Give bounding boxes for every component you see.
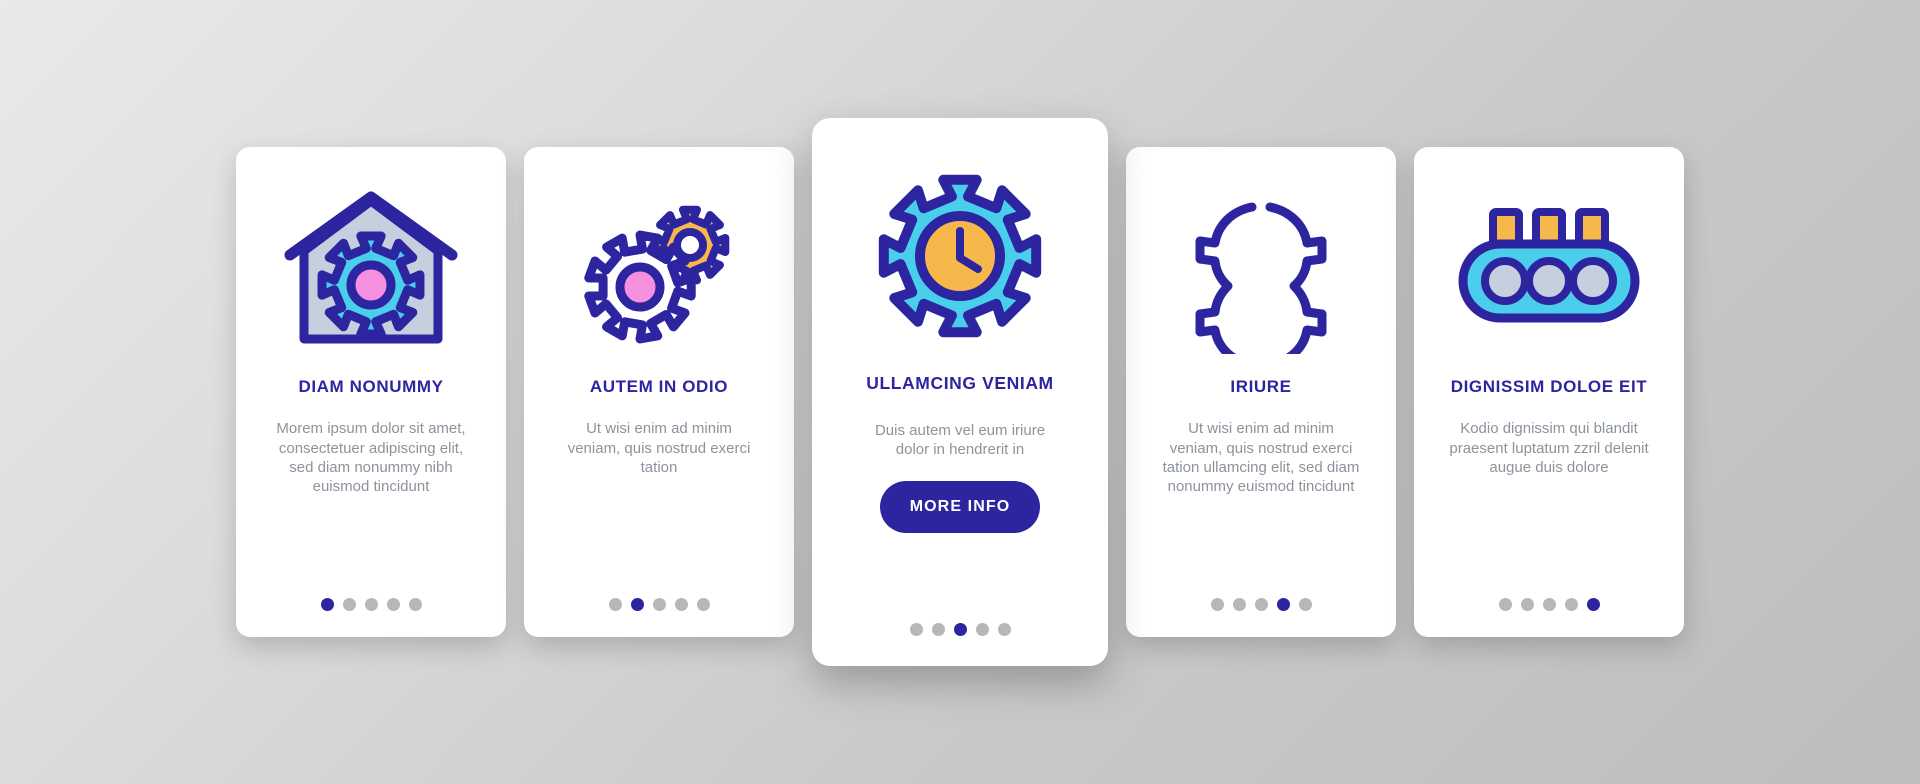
card-title: IRIURE xyxy=(1230,377,1292,396)
pagination-dot[interactable] xyxy=(674,598,688,611)
pagination-dot[interactable] xyxy=(1232,598,1246,611)
card-body-text: Ut wisi enim ad minim veniam, quis nostr… xyxy=(1162,420,1360,495)
card-body-text: Duis autem vel eum iriure dolor in hendr… xyxy=(874,422,1046,459)
two-gears-icon-svg xyxy=(584,205,730,343)
card-body-text: Ut wisi enim ad minim veniam, quis nostr… xyxy=(567,420,751,476)
gear-halves-icon xyxy=(1126,147,1396,377)
pagination-dots xyxy=(608,598,710,611)
pagination-dot[interactable] xyxy=(408,598,422,611)
pagination-dot[interactable] xyxy=(1542,598,1556,611)
pagination-dot[interactable] xyxy=(1210,598,1224,611)
pagination-dot[interactable] xyxy=(1298,598,1312,611)
onboarding-card[interactable]: DIGNISSIM DOLOE EIT Kodio dignissim qui b… xyxy=(1414,147,1684,637)
conveyor-rollers-icon-svg xyxy=(1458,208,1640,323)
pagination-dot[interactable] xyxy=(909,623,923,636)
conveyor-rollers-icon xyxy=(1414,147,1684,377)
house-gear-icon-svg xyxy=(284,191,458,343)
pagination-dot[interactable] xyxy=(342,598,356,611)
pagination-dot-active[interactable] xyxy=(320,598,334,611)
pagination-dot[interactable] xyxy=(696,598,710,611)
onboarding-card[interactable]: IRIURE Ut wisi enim ad minim veniam, quis… xyxy=(1126,147,1396,637)
pagination-dot[interactable] xyxy=(1520,598,1534,611)
pagination-dots xyxy=(320,598,422,611)
pagination-dot-active[interactable] xyxy=(953,623,967,636)
pagination-dot[interactable] xyxy=(1498,598,1512,611)
card-body-text: Kodio dignissim qui blandit praesent lup… xyxy=(1449,420,1649,476)
pagination-dot[interactable] xyxy=(608,598,622,611)
more-info-button[interactable]: MORE INFO xyxy=(879,481,1041,534)
onboarding-card[interactable]: ULLAMCING VENIAM Duis autem vel eum iriur… xyxy=(812,118,1108,666)
pagination-dot-active[interactable] xyxy=(1276,598,1290,611)
pagination-dot[interactable] xyxy=(652,598,666,611)
onboarding-card[interactable]: AUTEM IN ODIO Ut wisi enim ad minim venia… xyxy=(524,147,794,637)
gear-halves-icon-svg xyxy=(1195,202,1327,354)
pagination-dot[interactable] xyxy=(975,623,989,636)
pagination-dot[interactable] xyxy=(364,598,378,611)
card-title: AUTEM IN ODIO xyxy=(589,377,729,396)
card-title: DIAM NONUMMY xyxy=(298,377,444,396)
pagination-dot[interactable] xyxy=(1254,598,1268,611)
house-gear-icon xyxy=(236,147,506,377)
onboarding-card[interactable]: DIAM NONUMMY Morem ipsum dolor sit amet, … xyxy=(236,147,506,637)
pagination-dots xyxy=(909,623,1011,636)
pagination-dot[interactable] xyxy=(1564,598,1578,611)
pagination-dot-active[interactable] xyxy=(630,598,644,611)
two-gears-icon xyxy=(524,147,794,377)
pagination-dot[interactable] xyxy=(931,623,945,636)
onboarding-card-row: DIAM NONUMMY Morem ipsum dolor sit amet, … xyxy=(0,0,1920,784)
pagination-dots xyxy=(1210,598,1312,611)
pagination-dot[interactable] xyxy=(386,598,400,611)
card-body-text: Morem ipsum dolor sit amet, consectetuer… xyxy=(276,420,466,495)
card-title: DIGNISSIM DOLOE EIT xyxy=(1450,377,1648,396)
card-title: ULLAMCING VENIAM xyxy=(866,373,1054,393)
gear-clock-icon-svg xyxy=(878,174,1042,338)
pagination-dots xyxy=(1498,598,1600,611)
gear-clock-icon xyxy=(812,118,1108,373)
pagination-dot-active[interactable] xyxy=(1586,598,1600,611)
pagination-dot[interactable] xyxy=(997,623,1011,636)
